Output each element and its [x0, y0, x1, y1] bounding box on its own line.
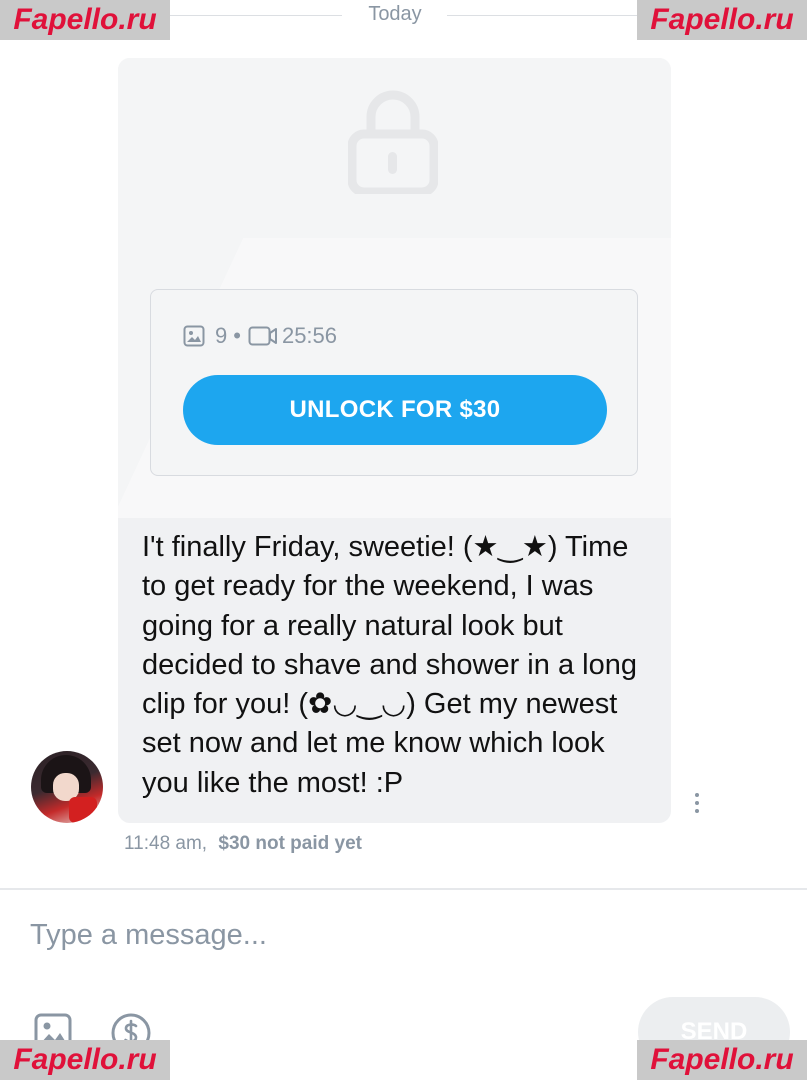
video-duration: 25:56 [281, 323, 338, 348]
date-separator-line-left [170, 15, 342, 16]
message-text: I't finally Friday, sweetie! (★‿★) Time … [142, 531, 637, 799]
message-bubble: 9 • 25:56 UNLOCK FOR $30 I't finally Fri… [118, 58, 671, 823]
photo-count: 9 [215, 323, 228, 348]
watermark-bottom-left: Fapello.ru [0, 1040, 170, 1080]
watermark-bottom-right: Fapello.ru [637, 1040, 807, 1080]
more-options-icon[interactable] [685, 788, 709, 818]
watermark-top-right: Fapello.ru [637, 0, 807, 40]
meta-dot: • [233, 323, 241, 348]
avatar[interactable] [31, 751, 103, 823]
date-separator-label: Today [368, 3, 422, 25]
composer-divider [0, 888, 807, 890]
media-meta: 9 • 25:56 [183, 322, 337, 350]
message-time: 11:48 am, [124, 833, 208, 854]
lock-icon [348, 90, 438, 194]
image-icon [183, 325, 205, 347]
media-info-card: 9 • 25:56 UNLOCK FOR $30 [150, 289, 638, 476]
message-input[interactable] [30, 905, 730, 965]
date-separator-line-right [447, 15, 637, 16]
message-status: 11:48 am, $30 not paid yet [124, 833, 362, 855]
locked-media-preview: 9 • 25:56 UNLOCK FOR $30 [118, 58, 671, 518]
watermark-top-left: Fapello.ru [0, 0, 170, 40]
price-status: $30 not paid yet [218, 833, 362, 854]
unlock-button[interactable]: UNLOCK FOR $30 [183, 375, 607, 445]
video-icon [248, 326, 277, 346]
